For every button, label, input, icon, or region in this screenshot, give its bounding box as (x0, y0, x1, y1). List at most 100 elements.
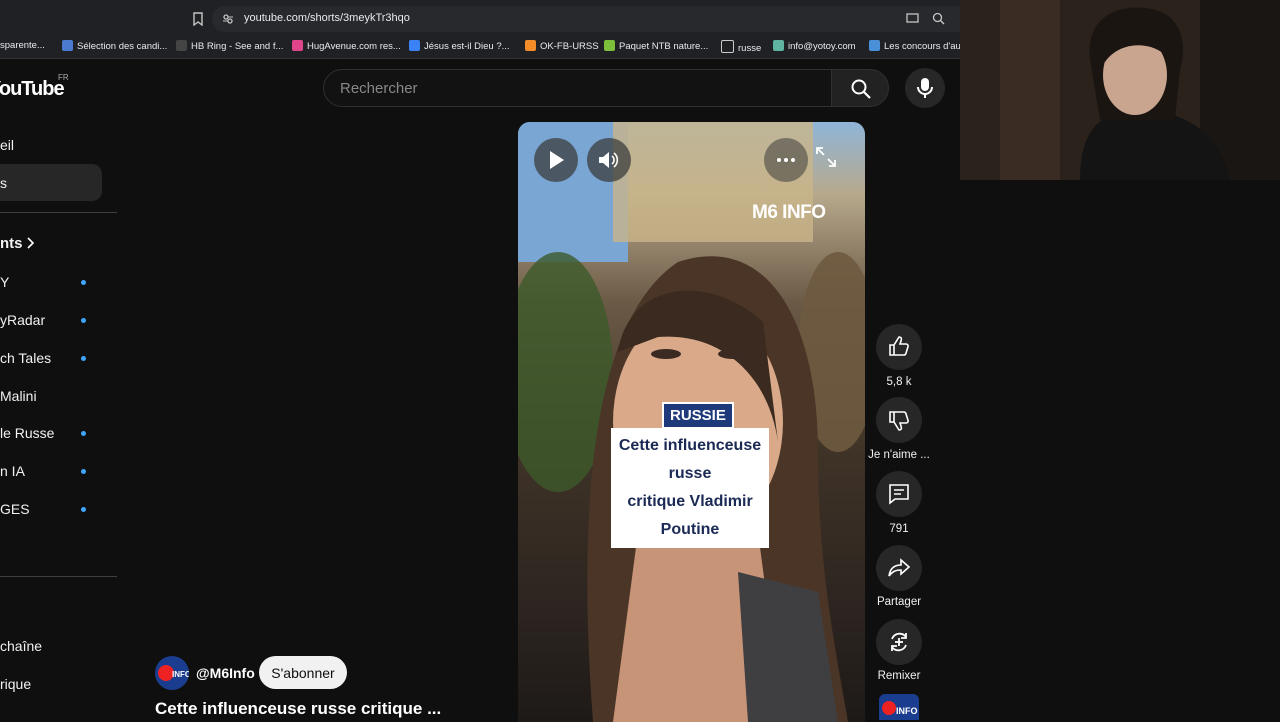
bookmark-label: HugAvenue.com res... (307, 41, 401, 52)
more-horizontal-icon (777, 158, 795, 162)
dislike-label: Je n'aime ... (868, 449, 930, 461)
bookmark-label: Paquet NTB nature... (619, 41, 709, 52)
bookmark-label: OK-FB-URSS (540, 41, 599, 52)
expand-icon (816, 147, 836, 167)
bookmark-item[interactable]: Paquet NTB nature... (604, 40, 708, 52)
subscribe-button[interactable]: S'abonner (259, 656, 347, 689)
bookmark-label: info@yotoy.com (788, 41, 856, 52)
bookmark-item[interactable]: OK-FB-URSS (525, 40, 599, 52)
bookmark-item[interactable]: Sélection des candi... (62, 40, 167, 52)
sidebar-section-label: nts (0, 235, 23, 252)
caption-line: Cette influenceuse russe (618, 437, 762, 482)
favicon-icon (409, 40, 420, 51)
favicon-icon (604, 40, 615, 51)
channel-avatar[interactable]: INFO (155, 656, 189, 690)
like-button[interactable] (876, 324, 922, 370)
favicon-icon (869, 40, 880, 51)
channel-handle[interactable]: @M6Info (196, 665, 255, 681)
webcam-overlay (960, 0, 1280, 180)
bookmarks-bar: sparente... Sélection des candi... HB Ring… (0, 36, 960, 59)
sidebar-divider (0, 212, 117, 213)
like-count: 5,8 k (886, 376, 912, 388)
youtube-logo[interactable]: YouTube (0, 78, 65, 101)
sidebar-item-subscription[interactable]: Y (0, 274, 9, 290)
sidebar-item-subscription[interactable]: n IA (0, 463, 25, 479)
new-content-dot (81, 318, 86, 323)
empty-right-area (960, 180, 1280, 720)
comment-count: 791 (889, 523, 909, 535)
m6-info-logo-icon: INFO (882, 701, 918, 716)
bookmark-label: Sélection des candi... (77, 41, 168, 52)
play-button[interactable] (534, 138, 578, 182)
volume-icon (599, 152, 619, 168)
sidebar-item-shorts[interactable]: s (0, 175, 7, 191)
new-content-dot (81, 431, 86, 436)
browser-toolbar: youtube.com/shorts/3meykTr3hqo (0, 0, 960, 36)
thumbs-down-icon (889, 411, 909, 431)
bookmark-item[interactable]: Les concours d'auto (869, 40, 960, 52)
video-title[interactable]: Cette influenceuse russe critique ... (155, 699, 441, 719)
favicon-icon (176, 40, 187, 51)
bookmark-item[interactable]: HB Ring - See and f... (176, 40, 283, 52)
volume-button[interactable] (587, 138, 631, 182)
favicon-icon (525, 40, 536, 51)
bookmark-label: russe (738, 43, 762, 54)
bookmark-label: sparente... (0, 40, 45, 51)
search-button[interactable] (831, 69, 889, 107)
search-icon (851, 79, 871, 99)
address-bar[interactable]: youtube.com/shorts/3meykTr3hqo (212, 6, 960, 32)
cast-icon[interactable] (906, 13, 919, 24)
sidebar-item-your-channel[interactable]: chaîne (0, 638, 42, 654)
voice-search-button[interactable] (905, 68, 945, 108)
favicon-icon (62, 40, 73, 51)
region-code: FR (58, 73, 69, 82)
url-text[interactable]: youtube.com/shorts/3meykTr3hqo (244, 12, 410, 24)
folder-icon (721, 40, 734, 53)
fullscreen-button[interactable] (815, 146, 845, 176)
share-icon (888, 558, 910, 577)
bookmark-item[interactable]: russe (721, 40, 761, 54)
comments-button[interactable] (876, 471, 922, 517)
site-settings-icon[interactable] (222, 13, 234, 25)
search-input[interactable]: Rechercher (323, 69, 833, 107)
bookmark-label: Jésus est-il Dieu ?... (424, 41, 510, 52)
play-icon (550, 151, 564, 169)
share-button[interactable] (876, 545, 922, 591)
sidebar-item-home[interactable]: eil (0, 137, 14, 153)
topic-tag: RUSSIE (662, 402, 734, 429)
bookmark-item[interactable]: info@yotoy.com (773, 40, 856, 52)
sidebar-item-subscription[interactable]: Malini (0, 388, 37, 404)
svg-text:INFO: INFO (896, 706, 918, 716)
zoom-icon[interactable] (932, 12, 945, 25)
webcam-person-image (960, 0, 1280, 180)
sidebar-section-subscriptions[interactable]: nts (0, 235, 35, 252)
sidebar-item-subscription[interactable]: ch Tales (0, 350, 51, 366)
chevron-right-icon (27, 237, 35, 249)
more-options-button[interactable] (764, 138, 808, 182)
favicon-icon (773, 40, 784, 51)
bookmark-item[interactable]: HugAvenue.com res... (292, 40, 401, 52)
sidebar-item-subscription[interactable]: yRadar (0, 312, 45, 328)
sound-channel-thumbnail[interactable]: INFO (879, 694, 919, 720)
bookmark-label: Les concours d'auto (884, 41, 960, 52)
sidebar-item-subscription[interactable]: le Russe (0, 425, 54, 441)
bookmark-item[interactable]: sparente... (0, 40, 45, 51)
svg-text:INFO: INFO (172, 670, 189, 679)
sidebar-item-subscription[interactable]: GES (0, 501, 30, 517)
video-caption: Cette influenceuse russe critique Vladim… (611, 428, 769, 548)
sidebar-divider (0, 576, 117, 577)
m6-info-logo-icon: INFO (158, 665, 189, 681)
bookmark-star-icon[interactable] (192, 12, 204, 26)
new-content-dot (81, 280, 86, 285)
new-content-dot (81, 469, 86, 474)
bookmark-item[interactable]: Jésus est-il Dieu ?... (409, 40, 510, 52)
remix-icon (891, 632, 907, 652)
dislike-button[interactable] (876, 397, 922, 443)
thumbs-up-icon (889, 336, 909, 356)
sidebar-active-highlight (0, 164, 102, 201)
remix-label: Remixer (877, 670, 921, 682)
sidebar-item-history[interactable]: rique (0, 676, 31, 692)
shorts-video-player[interactable]: M6 INFO RUSSIE Cette influenceuse russe … (518, 122, 865, 722)
m6-info-watermark: M6 INFO (752, 202, 826, 223)
remix-button[interactable] (876, 619, 922, 665)
